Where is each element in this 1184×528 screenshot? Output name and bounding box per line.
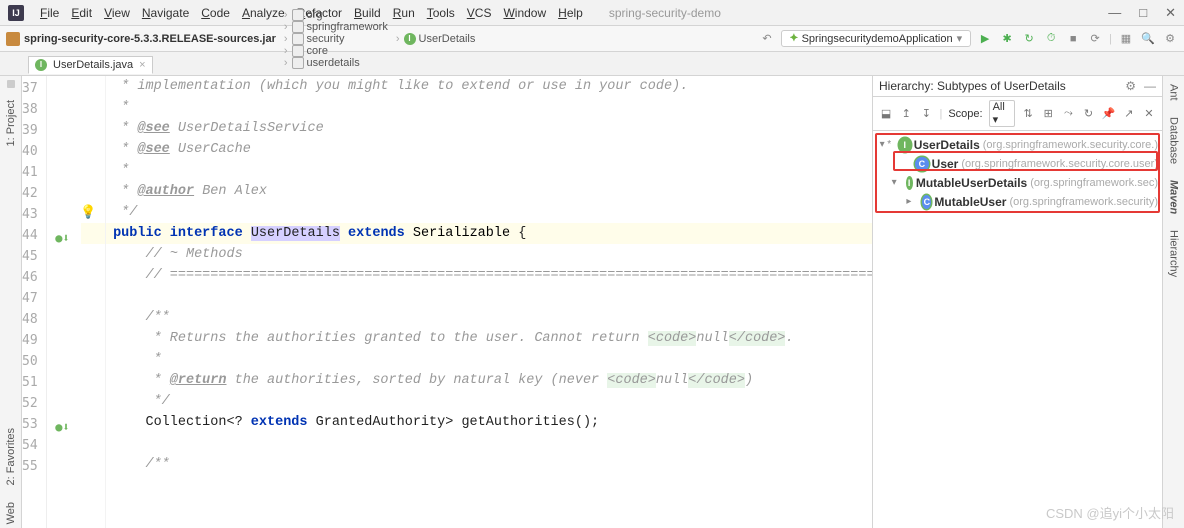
menu-run[interactable]: Run (387, 6, 421, 20)
jar-name[interactable]: spring-security-core-5.3.3.RELEASE-sourc… (24, 33, 276, 45)
tree-node-user[interactable]: User(org.springframework.security.core.u… (877, 154, 1158, 173)
settings-icon[interactable]: ⚙ (1162, 32, 1178, 45)
hierarchy-panel: Hierarchy: Subtypes of UserDetails ⚙ — ⬓… (872, 76, 1162, 528)
stripe-dot (7, 80, 15, 88)
right-tool-stripe: Ant Database Maven Hierarchy (1162, 76, 1184, 528)
class-icon (915, 157, 928, 171)
code-area[interactable]: * implementation (which you might like t… (47, 76, 872, 528)
hierarchy-title-bar: Hierarchy: Subtypes of UserDetails ⚙ — (873, 76, 1162, 97)
close-icon[interactable]: ✕ (1165, 5, 1176, 21)
left-tool-stripe: 1: Project 2: Favorites Web (0, 76, 22, 528)
interface-icon (899, 138, 911, 152)
intention-bulb-icon[interactable]: 💡 (80, 204, 96, 220)
menu-edit[interactable]: Edit (65, 6, 98, 20)
breadcrumb-class[interactable]: UserDetails (392, 33, 476, 45)
profile-icon[interactable]: ⏱ (1043, 32, 1059, 45)
debug-icon[interactable]: ✱ (999, 32, 1015, 45)
spring-leaf-icon: ⯌ (790, 32, 799, 45)
gear-icon[interactable]: ⚙ (1125, 79, 1136, 93)
gutter-icons (78, 76, 106, 528)
breadcrumb-org[interactable]: org (280, 9, 388, 21)
menu-code[interactable]: Code (195, 6, 236, 20)
search-icon[interactable]: 🔍 (1140, 32, 1156, 45)
window-controls: — □ ✕ (1108, 5, 1176, 21)
stop-icon[interactable]: ■ (1065, 33, 1081, 45)
tool-web[interactable]: Web (5, 498, 17, 528)
line-gutter: 3738394041424344●⬇454647484950515253●⬇54… (22, 76, 47, 528)
sort-icon[interactable]: ⇅ (1021, 107, 1035, 120)
tree-node-userdetails[interactable]: ▾*UserDetails(org.springframework.securi… (877, 135, 1158, 154)
sub-hierarchy-icon[interactable]: ↧ (919, 107, 933, 120)
refresh-icon[interactable]: ↻ (1081, 107, 1095, 120)
package-icon (292, 45, 304, 57)
autoscroll-icon[interactable]: ⤳ (1061, 107, 1075, 120)
tab-label: UserDetails.java (53, 59, 133, 71)
tree-node-mutableuser[interactable]: ▸MutableUser(org.springframework.securit… (877, 192, 1158, 211)
tool-project[interactable]: 1: Project (5, 96, 17, 150)
ide-logo-icon: IJ (8, 5, 24, 21)
tool-maven[interactable]: Maven (1168, 176, 1180, 218)
tab-close-icon[interactable]: × (139, 59, 145, 71)
close-panel-icon[interactable]: ✕ (1142, 107, 1156, 120)
tab-userdetails[interactable]: UserDetails.java × (28, 56, 153, 74)
menu-file[interactable]: File (34, 6, 65, 20)
back-icon[interactable]: ↶ (759, 32, 775, 45)
run-config-selector[interactable]: ⯌SpringsecuritydemoApplication▾ (781, 30, 971, 47)
expand-icon[interactable]: ⊞ (1041, 107, 1055, 120)
scope-label: Scope: (948, 108, 982, 120)
minimize-icon[interactable]: — (1108, 5, 1121, 21)
tool-favorites[interactable]: 2: Favorites (5, 424, 17, 489)
breadcrumb-core[interactable]: core (280, 45, 388, 57)
super-hierarchy-icon[interactable]: ↥ (899, 107, 913, 120)
breadcrumb-springframework[interactable]: springframework (280, 21, 388, 33)
hierarchy-tree[interactable]: ▾*UserDetails(org.springframework.securi… (873, 131, 1162, 528)
structure-icon[interactable]: ▦ (1118, 32, 1134, 45)
main-area: 1: Project 2: Favorites Web 373839404142… (0, 76, 1184, 528)
maximize-icon[interactable]: □ (1139, 5, 1147, 21)
project-name: spring-security-demo (609, 6, 721, 20)
coverage-icon[interactable]: ↻ (1021, 32, 1037, 45)
breadcrumb-userdetails[interactable]: userdetails (280, 57, 388, 69)
tree-node-mutableuserdetails[interactable]: ▾MutableUserDetails(org.springframework.… (877, 173, 1158, 192)
titlebar: IJ FileEditViewNavigateCodeAnalyzeRefact… (0, 0, 1184, 26)
update-icon[interactable]: ⟳ (1087, 32, 1103, 45)
navigation-bar: spring-security-core-5.3.3.RELEASE-sourc… (0, 26, 1184, 52)
scope-selector[interactable]: All ▾ (989, 100, 1015, 127)
hide-icon[interactable]: — (1144, 79, 1156, 93)
interface-icon (906, 176, 913, 190)
menu-window[interactable]: Window (497, 6, 552, 20)
interface-icon (35, 59, 47, 71)
gutter-marker-icon[interactable]: ●⬇ (55, 417, 69, 438)
jar-icon (6, 32, 20, 46)
export-icon[interactable]: ↗ (1122, 107, 1136, 120)
hierarchy-title: Hierarchy: Subtypes of UserDetails (879, 79, 1066, 93)
menu-help[interactable]: Help (552, 6, 589, 20)
hierarchy-toolbar: ⬓ ↥ ↧ | Scope: All ▾ ⇅ ⊞ ⤳ ↻ 📌 ↗ ✕ (873, 97, 1162, 131)
class-hierarchy-icon[interactable]: ⬓ (879, 107, 893, 120)
menu-navigate[interactable]: Navigate (136, 6, 195, 20)
package-icon (292, 57, 304, 69)
expand-icon[interactable]: ▾ (891, 177, 897, 188)
tool-ant[interactable]: Ant (1168, 80, 1180, 105)
class-icon (922, 195, 931, 209)
interface-icon (404, 33, 416, 45)
pin-icon[interactable]: 📌 (1102, 107, 1116, 120)
package-icon (292, 21, 304, 33)
gutter-marker-icon[interactable]: ●⬇ (55, 228, 69, 249)
run-icon[interactable]: ▶ (977, 32, 993, 45)
editor-tabs: UserDetails.java × (0, 52, 1184, 76)
menu-tools[interactable]: Tools (421, 6, 461, 20)
package-icon (292, 9, 304, 21)
breadcrumb-security[interactable]: security (280, 33, 388, 45)
code-editor[interactable]: 3738394041424344●⬇454647484950515253●⬇54… (22, 76, 872, 528)
expand-icon[interactable]: ▾ (877, 139, 887, 150)
expand-icon[interactable]: ▸ (905, 196, 913, 207)
tool-hierarchy[interactable]: Hierarchy (1168, 226, 1180, 281)
menu-vcs[interactable]: VCS (461, 6, 498, 20)
menu-view[interactable]: View (98, 6, 136, 20)
tool-database[interactable]: Database (1168, 113, 1180, 168)
package-icon (292, 33, 304, 45)
